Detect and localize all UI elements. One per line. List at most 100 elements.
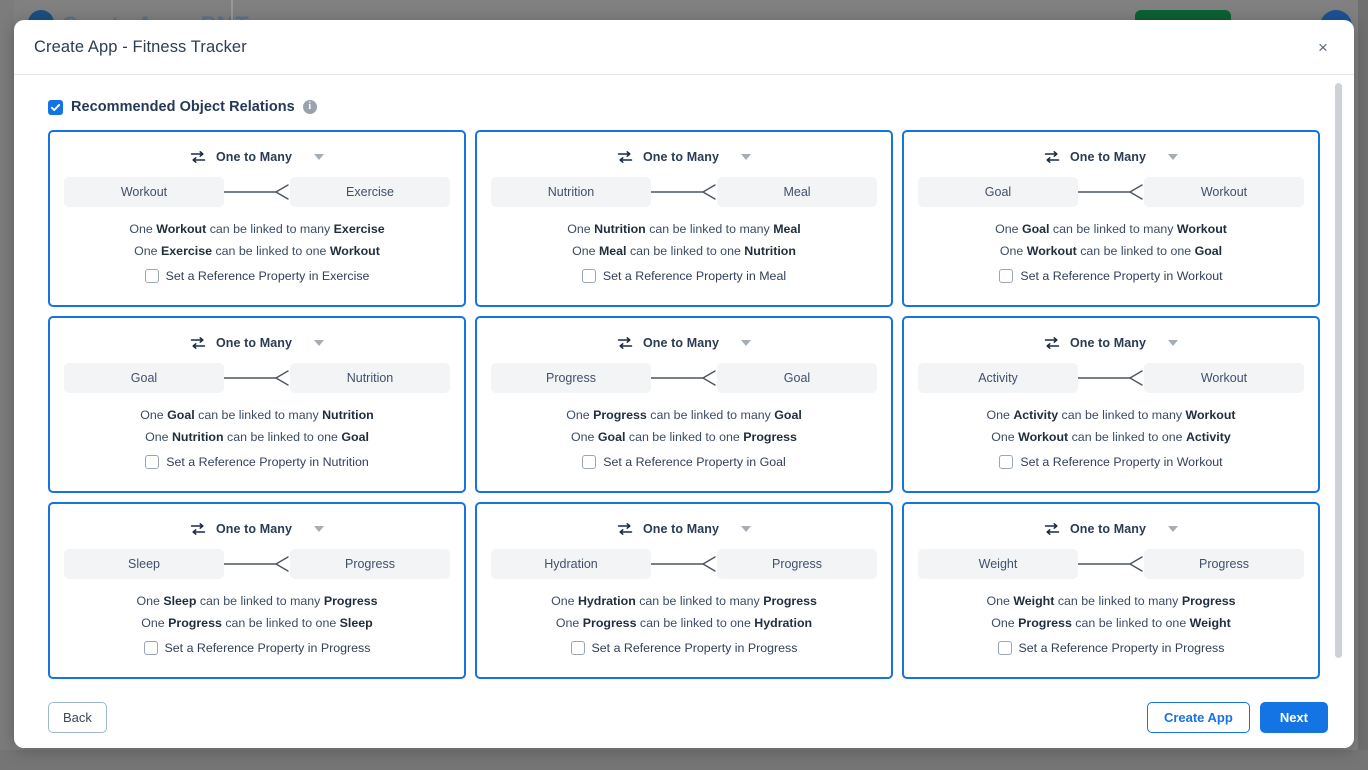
relation-type-row: One to Many [491, 146, 877, 168]
chevron-down-icon[interactable] [741, 340, 752, 346]
relation-card: One to Many Sleep Progress One Sleep can… [48, 502, 466, 679]
reference-property-label: Set a Reference Property in Goal [603, 454, 786, 469]
scrollbar-thumb[interactable] [1335, 83, 1342, 658]
relation-description-one: One Exercise can be linked to one Workou… [134, 244, 380, 259]
swap-arrows-icon [617, 521, 633, 537]
reference-property-checkbox[interactable] [143, 640, 158, 655]
relation-type-label: One to Many [215, 150, 293, 164]
swap-arrows-icon [1044, 149, 1060, 165]
reference-property-label: Set a Reference Property in Meal [602, 268, 787, 283]
reference-property-checkbox[interactable] [582, 454, 597, 469]
relation-type-row: One to Many [64, 518, 450, 540]
reference-property-row: Set a Reference Property in Workout [918, 454, 1304, 469]
entity-row: Goal Nutrition [64, 363, 450, 393]
entity-row: Nutrition Meal [491, 177, 877, 207]
right-entity-pill[interactable]: Nutrition [290, 363, 450, 393]
modal-footer: Back Create App Next [14, 686, 1354, 748]
recommended-relations-header: Recommended Object Relations i [48, 97, 1320, 117]
reference-property-label: Set a Reference Property in Progress [591, 640, 798, 655]
relation-type-row: One to Many [64, 146, 450, 168]
left-entity-pill[interactable]: Nutrition [491, 177, 651, 207]
reference-property-checkbox[interactable] [145, 454, 160, 469]
entity-row: Weight Progress [918, 549, 1304, 579]
relation-description-one: One Workout can be linked to one Activit… [991, 430, 1231, 445]
reference-property-row: Set a Reference Property in Progress [918, 640, 1304, 655]
right-entity-pill[interactable]: Meal [717, 177, 877, 207]
background-divider [231, 0, 233, 20]
chevron-down-icon[interactable] [1168, 526, 1179, 532]
create-app-button[interactable]: Create App [1146, 701, 1250, 733]
chevron-down-icon[interactable] [741, 526, 752, 532]
entity-row: Workout Exercise [64, 177, 450, 207]
footer-actions: Create App Next [1146, 701, 1328, 733]
left-entity-pill[interactable]: Weight [918, 549, 1078, 579]
relation-description-one: One Goal can be linked to one Progress [571, 430, 797, 445]
reference-property-label: Set a Reference Property in Exercise [165, 268, 370, 283]
vertical-scrollbar[interactable] [1335, 83, 1342, 658]
right-entity-pill[interactable]: Progress [290, 549, 450, 579]
left-entity-pill[interactable]: Goal [918, 177, 1078, 207]
reference-property-label: Set a Reference Property in Workout [1020, 268, 1223, 283]
entity-row: Progress Goal [491, 363, 877, 393]
left-entity-pill[interactable]: Hydration [491, 549, 651, 579]
relation-card: One to Many Hydration Progress One Hydra… [475, 502, 893, 679]
relation-card: One to Many Weight Progress One Weight c… [902, 502, 1320, 679]
reference-property-checkbox[interactable] [997, 640, 1012, 655]
back-button[interactable]: Back [48, 701, 107, 733]
chevron-down-icon[interactable] [741, 154, 752, 160]
relation-connector-icon [224, 177, 290, 207]
reference-property-label: Set a Reference Property in Progress [1018, 640, 1225, 655]
right-entity-pill[interactable]: Workout [1144, 177, 1304, 207]
reference-property-checkbox[interactable] [570, 640, 585, 655]
relations-scroll-content: Recommended Object Relations i One to Ma… [14, 75, 1354, 679]
relation-type-label: One to Many [215, 522, 293, 536]
next-button[interactable]: Next [1259, 701, 1328, 733]
relation-description-many: One Goal can be linked to many Nutrition [140, 408, 374, 422]
entity-row: Sleep Progress [64, 549, 450, 579]
chevron-down-icon[interactable] [1168, 340, 1179, 346]
relation-description-many: One Progress can be linked to many Goal [566, 408, 802, 422]
close-icon[interactable]: × [1310, 34, 1336, 60]
relation-card: One to Many Activity Workout One Activit… [902, 316, 1320, 493]
recommended-relations-checkbox[interactable] [48, 99, 63, 115]
relation-type-label: One to Many [642, 336, 720, 350]
left-entity-pill[interactable]: Progress [491, 363, 651, 393]
reference-property-label: Set a Reference Property in Progress [164, 640, 371, 655]
background-right-rail [1358, 0, 1368, 770]
relation-type-row: One to Many [491, 518, 877, 540]
swap-arrows-icon [190, 521, 206, 537]
chevron-down-icon[interactable] [314, 154, 325, 160]
left-entity-pill[interactable]: Goal [64, 363, 224, 393]
swap-arrows-icon [1044, 335, 1060, 351]
left-entity-pill[interactable]: Sleep [64, 549, 224, 579]
relation-description-many: One Sleep can be linked to many Progress [136, 594, 378, 608]
right-entity-pill[interactable]: Progress [1144, 549, 1304, 579]
reference-property-row: Set a Reference Property in Nutrition [64, 454, 450, 469]
relation-connector-icon [1078, 177, 1144, 207]
left-entity-pill[interactable]: Workout [64, 177, 224, 207]
relation-description-one: One Workout can be linked to one Goal [999, 244, 1223, 259]
relation-description-many: One Activity can be linked to many Worko… [986, 408, 1236, 422]
reference-property-label: Set a Reference Property in Workout [1020, 454, 1223, 469]
left-entity-pill[interactable]: Activity [918, 363, 1078, 393]
page-title: Create App - Fitness Tracker [34, 37, 247, 56]
info-icon[interactable]: i [302, 100, 317, 114]
chevron-down-icon[interactable] [314, 340, 325, 346]
chevron-down-icon[interactable] [1168, 154, 1179, 160]
relation-description-many: One Hydration can be linked to many Prog… [551, 594, 817, 608]
chevron-down-icon[interactable] [314, 526, 325, 532]
relation-card: One to Many Goal Nutrition One Goal can … [48, 316, 466, 493]
right-entity-pill[interactable]: Workout [1144, 363, 1304, 393]
reference-property-checkbox[interactable] [581, 268, 596, 283]
right-entity-pill[interactable]: Progress [717, 549, 877, 579]
relation-cards-grid: One to Many Workout Exercise One Workout… [48, 130, 1320, 679]
right-entity-pill[interactable]: Exercise [290, 177, 450, 207]
relation-description-one: One Nutrition can be linked to one Goal [145, 430, 369, 445]
reference-property-row: Set a Reference Property in Workout [918, 268, 1304, 283]
reference-property-checkbox[interactable] [999, 454, 1014, 469]
reference-property-checkbox[interactable] [999, 268, 1014, 283]
reference-property-checkbox[interactable] [144, 268, 159, 283]
relation-connector-icon [1078, 363, 1144, 393]
right-entity-pill[interactable]: Goal [717, 363, 877, 393]
entity-row: Activity Workout [918, 363, 1304, 393]
